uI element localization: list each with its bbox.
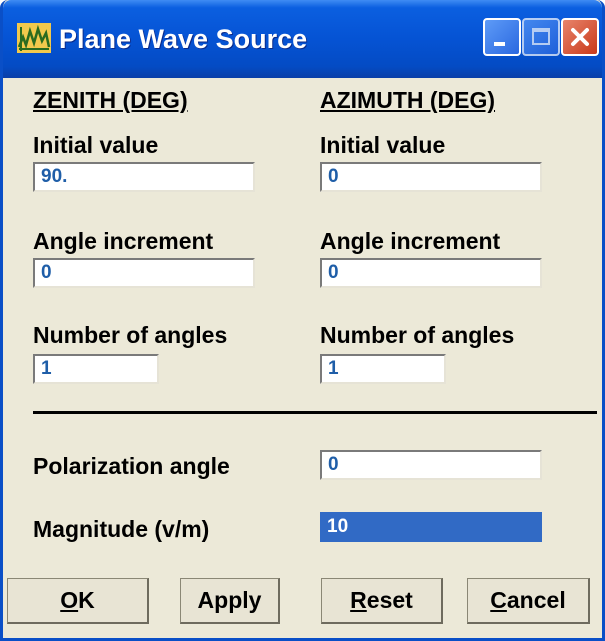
azimuth-count-label: Number of angles: [320, 322, 515, 348]
dialog-window: Plane Wave Source ZENITH (DEG) Initial v…: [0, 0, 605, 641]
azimuth-initial-label: Initial value: [320, 132, 446, 158]
azimuth-increment-label: Angle increment: [320, 228, 501, 254]
minimize-icon: [494, 42, 505, 46]
section-divider: [33, 411, 597, 414]
reset-mnemonic: R: [350, 587, 367, 613]
apply-label: Apply: [197, 587, 262, 613]
zenith-increment-input[interactable]: [33, 258, 255, 288]
maximize-button[interactable]: [522, 18, 560, 56]
close-button[interactable]: [561, 18, 599, 56]
ok-label: K: [78, 587, 95, 613]
zenith-initial-label: Initial value: [33, 132, 159, 158]
cancel-button[interactable]: Cancel: [467, 578, 590, 624]
minimize-button[interactable]: [483, 18, 521, 56]
cancel-label: ancel: [506, 587, 566, 613]
ok-button[interactable]: OK: [7, 578, 149, 624]
azimuth-initial-input[interactable]: [320, 162, 542, 192]
ok-mnemonic: O: [60, 587, 79, 613]
plane-wave-app-icon: [17, 23, 51, 53]
azimuth-increment-input[interactable]: [320, 258, 542, 288]
zenith-count-label: Number of angles: [33, 322, 228, 348]
maximize-icon: [532, 28, 550, 45]
reset-label: eset: [366, 587, 413, 613]
close-icon: [571, 28, 589, 46]
polarization-label: Polarization angle: [33, 453, 230, 479]
window-title: Plane Wave Source: [59, 24, 308, 54]
magnitude-label: Magnitude (v/m): [33, 516, 210, 542]
reset-button[interactable]: Reset: [321, 578, 443, 624]
magnitude-input[interactable]: [320, 512, 542, 542]
zenith-heading: ZENITH (DEG): [33, 87, 188, 113]
cancel-mnemonic: C: [490, 587, 507, 613]
zenith-increment-label: Angle increment: [33, 228, 214, 254]
apply-button[interactable]: Apply: [180, 578, 280, 624]
zenith-initial-input[interactable]: [33, 162, 255, 192]
polarization-input[interactable]: [320, 450, 542, 480]
title-bar[interactable]: Plane Wave Source: [3, 0, 602, 78]
azimuth-count-input[interactable]: [320, 354, 446, 384]
zenith-count-input[interactable]: [33, 354, 159, 384]
azimuth-heading: AZIMUTH (DEG): [320, 87, 496, 113]
